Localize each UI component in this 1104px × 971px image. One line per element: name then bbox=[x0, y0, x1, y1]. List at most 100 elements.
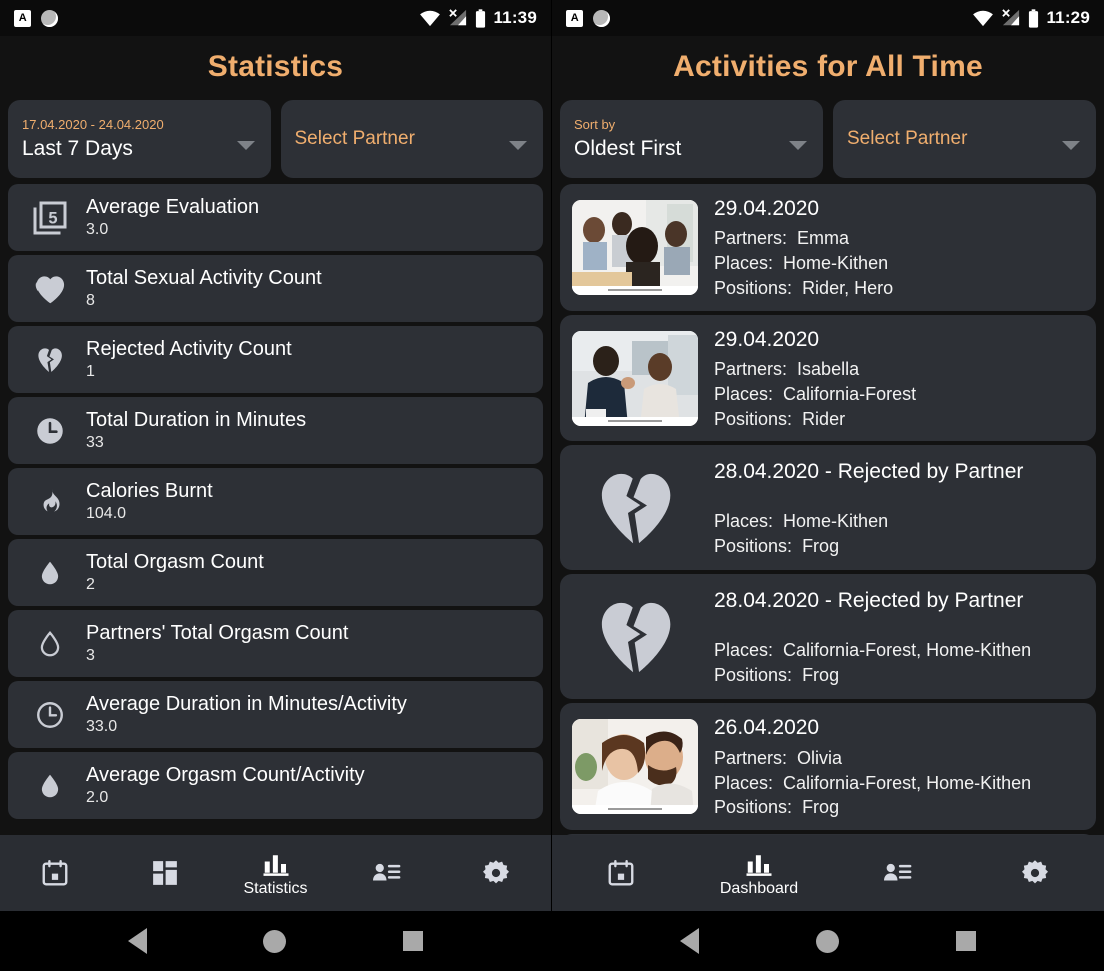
stat-row[interactable]: Partners' Total Orgasm Count 3 bbox=[8, 610, 543, 677]
page-title: Activities for All Time bbox=[673, 50, 983, 83]
activity-positions: Positions: Rider bbox=[714, 408, 916, 432]
select-partner-value: Select Partner bbox=[294, 127, 415, 149]
activity-thumbnail bbox=[572, 330, 698, 426]
places-label: Places: bbox=[714, 383, 774, 404]
activity-card-rejected[interactable]: 28.04.2020 - Rejected by Partner Places:… bbox=[560, 445, 1096, 571]
chevron-down-icon bbox=[789, 141, 807, 150]
wifi-icon bbox=[973, 10, 994, 27]
stat-row[interactable]: Total Orgasm Count 2 bbox=[8, 539, 543, 606]
nav-item-contacts[interactable] bbox=[828, 858, 966, 888]
heart-filled-icon bbox=[14, 270, 86, 308]
activity-places: Places: California-Forest bbox=[714, 383, 916, 407]
recents-icon[interactable] bbox=[402, 931, 423, 951]
stat-row[interactable]: Total Duration in Minutes 33 bbox=[8, 397, 543, 464]
bottom-nav: Dashboard bbox=[552, 835, 1104, 911]
places-value: Home-Kithen bbox=[783, 511, 889, 532]
stat-row[interactable]: Rejected Activity Count 1 bbox=[8, 326, 543, 393]
stat-texts: Average Evaluation 3.0 bbox=[86, 196, 259, 239]
select-partner-dropdown[interactable]: Select Partner bbox=[280, 100, 543, 178]
activity-date: 28.04.2020 - Rejected by Partner bbox=[714, 459, 1024, 483]
stat-label: Average Duration in Minutes/Activity bbox=[86, 692, 407, 715]
activity-places: Places: Home-Kithen bbox=[714, 252, 893, 276]
recents-icon[interactable] bbox=[955, 931, 976, 951]
back-icon[interactable] bbox=[128, 928, 148, 954]
home-icon[interactable] bbox=[815, 929, 839, 953]
activity-card-rejected[interactable]: 28.04.2020 - Rejected by Partner Places:… bbox=[560, 574, 1096, 700]
bar-chart-icon bbox=[263, 854, 288, 876]
partners-label: Partners: bbox=[714, 747, 788, 768]
stat-value: 2.0 bbox=[86, 788, 109, 806]
date-range-value: Last 7 Days bbox=[22, 136, 133, 160]
activity-card[interactable]: 29.04.2020 Partners: Emma Places: Home-K… bbox=[560, 184, 1096, 311]
stat-value: 8 bbox=[86, 291, 95, 309]
stat-label: Partners' Total Orgasm Count bbox=[86, 621, 349, 644]
activity-positions: Positions: Frog bbox=[714, 796, 1031, 820]
activities-list[interactable]: 29.04.2020 Partners: Emma Places: Home-K… bbox=[552, 184, 1104, 835]
sort-by-sublabel: Sort by bbox=[574, 117, 616, 133]
stat-label: Average Orgasm Count/Activity bbox=[86, 763, 365, 786]
droplet-filled-icon bbox=[14, 558, 86, 588]
nav-item-statistics[interactable]: Statistics bbox=[220, 849, 330, 898]
stat-texts: Rejected Activity Count 1 bbox=[86, 338, 292, 381]
heart-broken-icon bbox=[14, 343, 86, 377]
nav-item-settings[interactable] bbox=[966, 858, 1104, 888]
nav-item-contacts[interactable] bbox=[331, 858, 441, 888]
status-bar-right: 11:39 bbox=[419, 8, 537, 28]
positions-label: Positions: bbox=[714, 408, 793, 429]
activity-date: 29.04.2020 bbox=[714, 197, 820, 220]
stat-row[interactable]: Average Orgasm Count/Activity 2.0 bbox=[8, 752, 543, 819]
select-partner-value: Select Partner bbox=[847, 127, 968, 149]
activity-card[interactable]: 29.04.2020 Partners: Isabella Places: Ca… bbox=[560, 314, 1096, 442]
select-partner-dropdown[interactable]: Select Partner bbox=[833, 100, 1096, 178]
activity-thumbnail bbox=[572, 719, 698, 815]
positions-value: Frog bbox=[802, 665, 840, 686]
back-icon[interactable] bbox=[680, 928, 700, 954]
positions-label: Positions: bbox=[714, 665, 793, 686]
date-range-dropdown[interactable]: 17.04.2020 - 24.04.2020 Last 7 Days bbox=[8, 100, 271, 178]
stat-texts: Total Duration in Minutes 33 bbox=[86, 409, 306, 452]
activity-date: 28.04.2020 - Rejected by Partner bbox=[714, 588, 1024, 612]
positions-label: Positions: bbox=[714, 536, 793, 557]
statistics-list[interactable]: 5 Average Evaluation 3.0 Total Sexual Ac… bbox=[0, 184, 551, 835]
nav-item-calendar[interactable] bbox=[552, 858, 690, 888]
nav-item-dashboard[interactable]: Dashboard bbox=[690, 849, 828, 898]
droplet-outline-icon bbox=[14, 629, 86, 659]
status-bar: A 11:39 bbox=[0, 0, 551, 36]
system-nav-bar bbox=[552, 911, 1104, 971]
places-value: Home-Kithen bbox=[783, 253, 889, 274]
stat-row[interactable]: Total Sexual Activity Count 8 bbox=[8, 255, 543, 322]
stat-label: Total Sexual Activity Count bbox=[86, 266, 322, 289]
activity-positions: Positions: Frog bbox=[714, 535, 1023, 559]
partners-label: Partners: bbox=[714, 359, 788, 380]
bottom-nav: Statistics bbox=[0, 835, 551, 911]
status-bar-time: 11:39 bbox=[493, 8, 537, 27]
contacts-icon bbox=[884, 863, 912, 881]
chevron-down-icon bbox=[1062, 141, 1080, 150]
calendar-icon bbox=[608, 859, 634, 886]
nav-item-dashboard[interactable] bbox=[110, 858, 220, 888]
flame-icon bbox=[14, 486, 86, 518]
stat-row[interactable]: 5 Average Evaluation 3.0 bbox=[8, 184, 543, 251]
places-label: Places: bbox=[714, 772, 774, 793]
activity-partners: Partners: Olivia bbox=[714, 747, 1031, 771]
activity-places: Places: California-Forest, Home-Kithen bbox=[714, 772, 1031, 796]
sort-by-dropdown[interactable]: Sort by Oldest First bbox=[560, 100, 823, 178]
positions-value: Rider, Hero bbox=[802, 277, 894, 298]
nav-item-calendar[interactable] bbox=[0, 858, 110, 888]
phone-screen-statistics: A 11:39 Statistics 17.04.2020 - 24.04.20… bbox=[0, 0, 552, 971]
partners-value: Isabella bbox=[797, 359, 860, 380]
stat-row[interactable]: Calories Burnt 104.0 bbox=[8, 468, 543, 535]
activity-card[interactable]: 26.04.2020 Partners: Olivia Places: Cali… bbox=[560, 703, 1096, 831]
stat-row[interactable]: Average Duration in Minutes/Activity 33.… bbox=[8, 681, 543, 748]
status-bar-time: 11:29 bbox=[1046, 8, 1090, 27]
stat-label: Calories Burnt bbox=[86, 479, 213, 502]
heart-broken-icon bbox=[572, 589, 698, 684]
circle-icon bbox=[41, 9, 58, 27]
home-icon[interactable] bbox=[263, 929, 287, 953]
droplet-filled-icon bbox=[14, 771, 86, 801]
chevron-down-icon bbox=[236, 141, 255, 150]
stat-texts: Partners' Total Orgasm Count 3 bbox=[86, 622, 348, 665]
nav-item-settings[interactable] bbox=[441, 858, 551, 888]
battery-icon bbox=[476, 8, 486, 28]
title-bar: Statistics bbox=[0, 36, 551, 100]
